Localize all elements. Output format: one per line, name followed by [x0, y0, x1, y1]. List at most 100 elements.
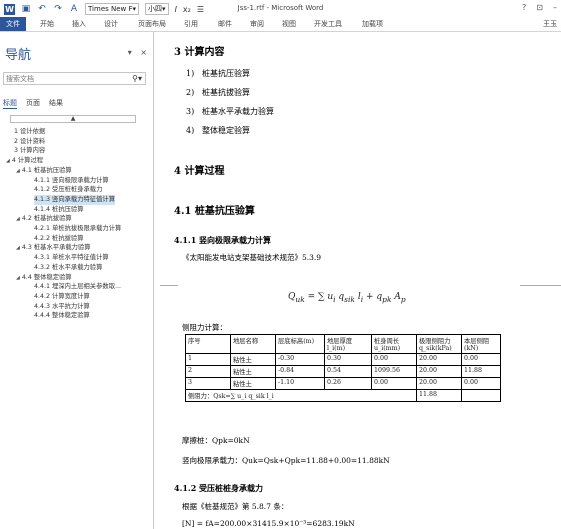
tab-references[interactable]: 引用: [184, 19, 198, 29]
nav-tree-label: 4.3 桩基水平承载力验算: [21, 244, 91, 252]
document-page[interactable]: 3 计算内容 1) 桩基抗压验算 2) 桩基抗拔验算 3) 桩基水平承载力验算 4) 整…: [160, 32, 561, 529]
list-icon[interactable]: ☰: [197, 5, 204, 14]
expand-toggle-icon[interactable]: ◢: [16, 275, 20, 281]
nav-tree-label: 4 计算过程: [11, 157, 44, 165]
nav-tree-item[interactable]: ◢ 4.4 整体稳定验算: [16, 273, 72, 283]
nav-tree-label: 4.1.3 竖向承载力特征值计算: [34, 195, 115, 203]
word-logo-icon: W: [4, 3, 15, 15]
nav-tree-item[interactable]: 4.1.2 受压桩桩身承载力: [34, 185, 102, 195]
table-cell: [461, 389, 501, 402]
table-header: 本层侧阻(kN): [461, 334, 501, 354]
collapse-up-button[interactable]: ▲: [10, 115, 136, 123]
window-controls: ? ⊡ –: [522, 3, 557, 12]
table-cell: -0.84: [275, 365, 325, 378]
table-sum-value: 11.88: [416, 389, 462, 402]
nav-title: 导航: [5, 48, 32, 63]
table-cell: 粘性土: [230, 353, 276, 366]
nav-tree-label: 4.4.2 计算宽度计算: [34, 292, 90, 300]
tab-developer[interactable]: 开发工具: [314, 19, 342, 29]
font-name-select[interactable]: Times New F ▾: [85, 3, 140, 15]
table-cell: 11.88: [461, 365, 501, 378]
help-button[interactable]: ?: [522, 3, 526, 12]
tab-view[interactable]: 视图: [282, 19, 296, 29]
formula-quk: Quk = ∑ ui qsik li + qpk Ap: [288, 292, 406, 304]
tab-file[interactable]: 文件: [0, 17, 26, 31]
nav-tree-label: 3 计算内容: [14, 147, 46, 155]
search-icon[interactable]: ⚲▾: [132, 73, 142, 85]
nav-tree-item[interactable]: 4.4.2 计算宽度计算: [34, 292, 90, 302]
list-item: 1) 桩基抗压验算: [186, 69, 250, 78]
nav-tree-label: 4.4 整体稳定验算: [21, 273, 72, 281]
nav-tree-item[interactable]: 3 计算内容: [14, 146, 45, 156]
nav-tree-item[interactable]: 4.3.2 桩水平承载力验算: [34, 263, 102, 273]
nav-tree-item[interactable]: 4.1.4 桩抗压验算: [34, 205, 84, 215]
font-size-select[interactable]: 小四 ▾: [145, 3, 169, 15]
nav-tree-label: 4.1.2 受压桩桩身承载力: [34, 186, 103, 194]
nav-controls: ▾ ×: [128, 48, 147, 57]
nav-tree-item[interactable]: 4.4.4 整体稳定验算: [34, 311, 90, 321]
tab-pages[interactable]: 页面: [26, 98, 40, 109]
nav-tree-item[interactable]: 4.1.1 竖向极限承载力计算: [34, 176, 109, 186]
nav-tree-label: 4.4.1 埋深内土层相关参数取...: [34, 283, 121, 291]
tab-results[interactable]: 结果: [49, 98, 63, 109]
expand-toggle-icon[interactable]: ◢: [6, 158, 10, 164]
expand-toggle-icon[interactable]: ◢: [16, 216, 20, 222]
nav-tree-item[interactable]: 1 设计依据: [14, 127, 45, 137]
side-resistance-label: 侧阻力计算：: [182, 323, 227, 332]
nav-tree-item[interactable]: ◢ 4 计算过程: [6, 156, 43, 166]
user-name[interactable]: 王玉: [543, 19, 557, 29]
italic-icon[interactable]: I: [175, 5, 177, 14]
search-input[interactable]: 搜索文档 ⚲▾: [3, 72, 146, 85]
nav-tree-label: 4.2.1 单桩抗拔极限承载力计算: [34, 225, 122, 232]
table-cell: 0.54: [324, 365, 372, 378]
nav-tree-label: 4.1.4 桩抗压验算: [34, 205, 84, 213]
expand-toggle-icon[interactable]: ◢: [16, 245, 20, 251]
tab-headings[interactable]: 标题: [3, 98, 17, 109]
table-header: 序号: [185, 334, 231, 354]
undo-icon[interactable]: ↶: [37, 4, 47, 14]
soil-layer-table: 序号 地层名称 层底标高(m) 地层厚度l_i(m) 桩身周长u_i(mm) 极…: [185, 334, 501, 402]
nav-tree-item[interactable]: 4.3.1 单桩水平特征值计算: [34, 253, 109, 263]
nav-tree-item[interactable]: 4.1.3 竖向承载力特征值计算: [34, 194, 115, 205]
nav-tree-item[interactable]: ◢ 4.2 桩基抗拔验算: [16, 214, 72, 224]
redo-icon[interactable]: ↷: [53, 4, 63, 14]
list-item: 2) 桩基抗拔验算: [186, 88, 250, 97]
nav-tree-item[interactable]: 4.4.1 埋深内土层相关参数取...: [34, 282, 121, 292]
code-reference: 《太阳能发电站支架基础技术规范》5.3.9: [182, 253, 322, 262]
capacity-equation: [N] = fA=200.00×31415.9×10⁻³=6283.19kN: [182, 519, 355, 528]
restore-button[interactable]: ⊡: [536, 3, 543, 12]
table-cell: 0.00: [371, 377, 417, 390]
table-cell: 20.00: [416, 377, 462, 390]
tab-addins[interactable]: 加载项: [362, 19, 383, 29]
nav-tree-item[interactable]: ◢ 4.3 桩基水平承载力验算: [16, 243, 91, 253]
nav-tree-item[interactable]: ◢ 4.1 桩基抗压验算: [16, 166, 72, 176]
tab-review[interactable]: 审阅: [250, 19, 264, 29]
nav-tree-label: 2 设计资料: [14, 137, 46, 145]
tab-insert[interactable]: 插入: [72, 19, 86, 29]
table-header: 地层名称: [230, 334, 276, 354]
ribbon-tabs: 文件 开始 插入 设计 页面布局 引用 邮件 审阅 视图 开发工具 加载项 王玉: [0, 17, 561, 32]
table-cell: 0.26: [324, 377, 372, 390]
table-header: 极限侧阻力q_sik(kPa): [416, 334, 462, 354]
nav-tree-item[interactable]: 4.2.2 桩抗拔验算: [34, 234, 84, 244]
subscript-icon[interactable]: x₂: [183, 5, 191, 14]
table-sum-label: 侧阻力：Qsk=∑ u_i q_sik l_i: [185, 389, 417, 402]
font-color-icon[interactable]: A: [69, 4, 79, 14]
table-header: 地层厚度l_i(m): [324, 334, 372, 354]
nav-options-icon[interactable]: ▾: [128, 48, 132, 57]
navigation-pane: 导航 ▾ × 搜索文档 ⚲▾ 标题 页面 结果 ▲ 1 设计依据 2 设计资料 3 …: [0, 32, 154, 529]
nav-tree-item[interactable]: 4.4.3 水平抗力计算: [34, 302, 90, 312]
table-row: 2 粘性土 -0.84 0.54 1099.56 20.00 11.88: [185, 365, 501, 378]
nav-tree-item[interactable]: 4.2.1 单桩抗拔极限承载力计算: [34, 224, 121, 234]
tab-home[interactable]: 开始: [40, 19, 54, 29]
close-icon[interactable]: ×: [140, 48, 147, 57]
tab-layout[interactable]: 页面布局: [138, 19, 166, 29]
tab-mailings[interactable]: 邮件: [218, 19, 232, 29]
nav-tree-item[interactable]: 2 设计资料: [14, 137, 45, 147]
search-placeholder: 搜索文档: [6, 75, 34, 83]
tab-design[interactable]: 设计: [104, 19, 118, 29]
expand-toggle-icon[interactable]: ◢: [16, 168, 20, 174]
save-icon[interactable]: ▣: [21, 4, 31, 14]
minimize-button[interactable]: –: [553, 3, 557, 12]
table-cell: 0.00: [461, 377, 501, 390]
